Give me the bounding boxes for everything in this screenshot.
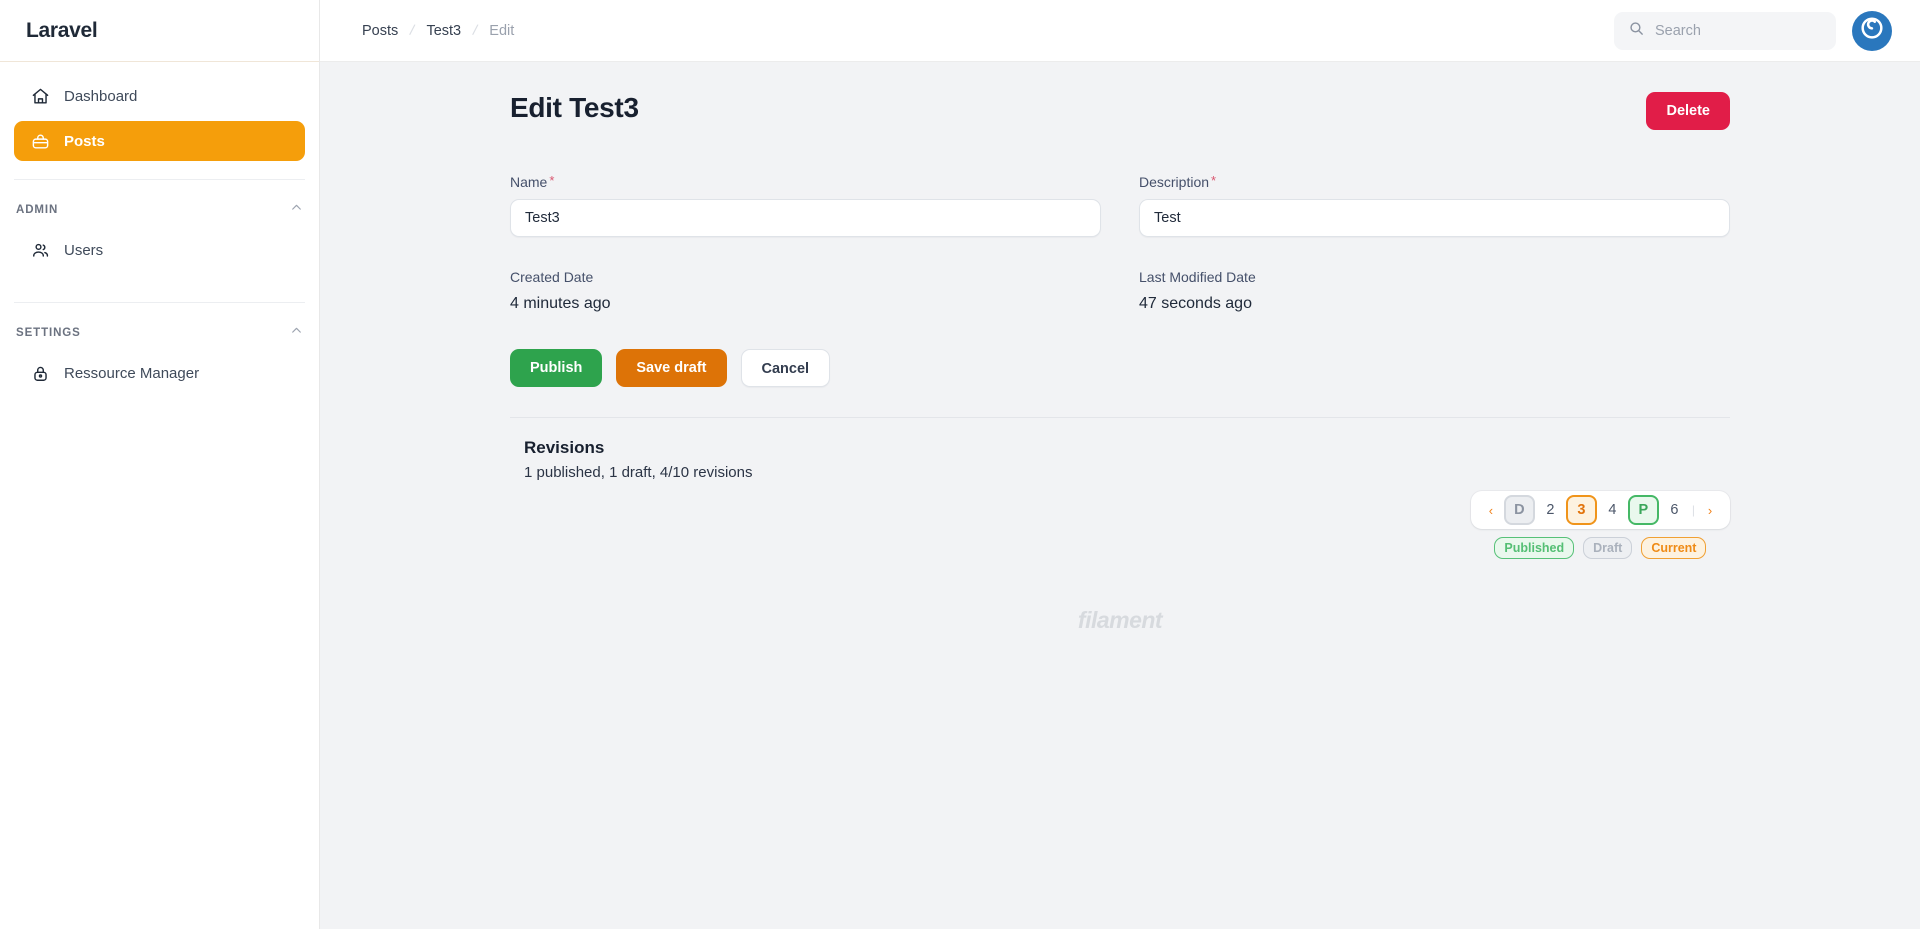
created-date-value: 4 minutes ago [510, 295, 611, 312]
search-icon [1628, 20, 1645, 42]
sidebar: Laravel Dashboard Posts ADMIN Users SETT… [0, 0, 320, 929]
page-content: Edit Test3 Delete Name * Description [320, 62, 1920, 929]
sidebar-item-label: Posts [64, 132, 105, 150]
created-date-label: Created Date [510, 269, 594, 285]
pagination-legend: Published Draft Current [1494, 537, 1707, 559]
avatar[interactable] [1852, 10, 1892, 51]
modified-date-label: Last Modified Date [1139, 269, 1256, 285]
users-icon [30, 240, 50, 260]
pagination-page-6[interactable]: 6 [1659, 495, 1690, 525]
app-root: Laravel Dashboard Posts ADMIN Users SETT… [0, 0, 1920, 929]
required-marker: * [1211, 173, 1217, 188]
pagination-ellipsis: | [1691, 503, 1695, 517]
field-description-label: Description * [1139, 174, 1730, 190]
pagination-column: ‹ D 2 3 4 P 6 | › Published Draft Curren… [1470, 491, 1730, 559]
field-description-label-text: Description [1139, 174, 1210, 190]
brand-name: Laravel [26, 18, 98, 42]
form-actions: Publish Save draft Cancel [510, 349, 1730, 387]
pagination-row: ‹ D 2 3 4 P 6 | › Published Draft Curren… [510, 491, 1730, 559]
breadcrumb: Posts / Test3 / Edit [362, 22, 514, 39]
lock-icon [30, 363, 50, 383]
description-input[interactable] [1139, 199, 1730, 237]
pagination-prev-button[interactable]: ‹ [1478, 495, 1504, 525]
publish-button[interactable]: Publish [510, 349, 603, 387]
breadcrumb-item-posts[interactable]: Posts [362, 23, 398, 39]
sidebar-item-label: Dashboard [64, 87, 138, 105]
sidebar-group-settings: SETTINGS Ressource Manager [0, 303, 319, 412]
field-name: Name * [510, 174, 1101, 237]
name-input[interactable] [510, 199, 1101, 237]
pagination-page-published[interactable]: P [1627, 495, 1659, 525]
breadcrumb-separator: / [408, 21, 417, 40]
page-header: Edit Test3 Delete [510, 92, 1730, 130]
sidebar-item-label: Users [64, 241, 104, 259]
user-avatar-icon [1859, 15, 1885, 46]
legend-chip-current: Current [1641, 537, 1707, 559]
sidebar-item-dashboard[interactable]: Dashboard [14, 76, 305, 116]
sidebar-item-posts[interactable]: Posts [14, 121, 305, 161]
sidebar-group-admin-header[interactable]: ADMIN [0, 192, 319, 228]
legend-chip-draft: Draft [1583, 537, 1633, 559]
sidebar-group-settings-header[interactable]: SETTINGS [0, 315, 319, 351]
revisions-title: Revisions [524, 438, 605, 457]
pagination-page-4[interactable]: 4 [1597, 495, 1628, 525]
chevron-up-icon[interactable] [290, 201, 303, 219]
search-input[interactable]: Search [1614, 11, 1836, 50]
legend-chip-published: Published [1494, 537, 1575, 559]
required-marker: * [549, 173, 555, 188]
main-area: Posts / Test3 / Edit Search Edit Test3 D… [320, 0, 1920, 929]
sidebar-group-admin-body: Users [0, 228, 319, 289]
filament-watermark: filament [1077, 607, 1163, 633]
briefcase-icon [30, 131, 50, 151]
modified-date-block: Last Modified Date 47 seconds ago [1139, 269, 1730, 313]
pagination-page-draft[interactable]: D [1503, 495, 1535, 525]
form-grid: Name * Description * Created Date [510, 174, 1730, 313]
brand[interactable]: Laravel [0, 0, 319, 62]
save-draft-button[interactable]: Save draft [616, 349, 727, 387]
page-container: Edit Test3 Delete Name * Description [510, 92, 1730, 559]
search-placeholder: Search [1655, 22, 1701, 39]
breadcrumb-item-test3[interactable]: Test3 [426, 23, 461, 39]
chevron-up-icon[interactable] [290, 324, 303, 342]
sidebar-item-label: Ressource Manager [64, 364, 200, 382]
revisions-section: Revisions 1 published, 1 draft, 4/10 rev… [510, 438, 1730, 481]
cancel-button[interactable]: Cancel [740, 349, 831, 387]
sidebar-group-settings-body: Ressource Manager [0, 351, 319, 412]
section-divider [510, 417, 1730, 418]
delete-button[interactable]: Delete [1646, 92, 1730, 130]
revisions-summary: 1 published, 1 draft, 4/10 revisions [524, 464, 753, 481]
page-title: Edit Test3 [510, 92, 639, 123]
topbar: Posts / Test3 / Edit Search [320, 0, 1920, 62]
modified-date-value: 47 seconds ago [1139, 295, 1252, 312]
revisions-pagination: ‹ D 2 3 4 P 6 | › [1470, 491, 1730, 529]
sidebar-group-admin: ADMIN Users [0, 180, 319, 289]
sidebar-item-users[interactable]: Users [14, 230, 305, 270]
breadcrumb-item-edit: Edit [489, 22, 515, 39]
sidebar-item-ressource-manager[interactable]: Ressource Manager [14, 353, 305, 393]
sidebar-group-title: SETTINGS [16, 327, 81, 339]
field-name-label-text: Name [510, 174, 548, 190]
sidebar-group-title: ADMIN [16, 204, 59, 216]
pagination-page-2[interactable]: 2 [1535, 495, 1566, 525]
pagination-page-3-current[interactable]: 3 [1565, 495, 1597, 525]
created-date-block: Created Date 4 minutes ago [510, 269, 1101, 313]
home-icon [30, 86, 50, 106]
field-name-label: Name * [510, 174, 1101, 190]
field-description: Description * [1139, 174, 1730, 237]
breadcrumb-separator: / [471, 21, 480, 40]
pagination-next-button[interactable]: › [1697, 495, 1723, 525]
sidebar-nav: Dashboard Posts [0, 62, 319, 166]
